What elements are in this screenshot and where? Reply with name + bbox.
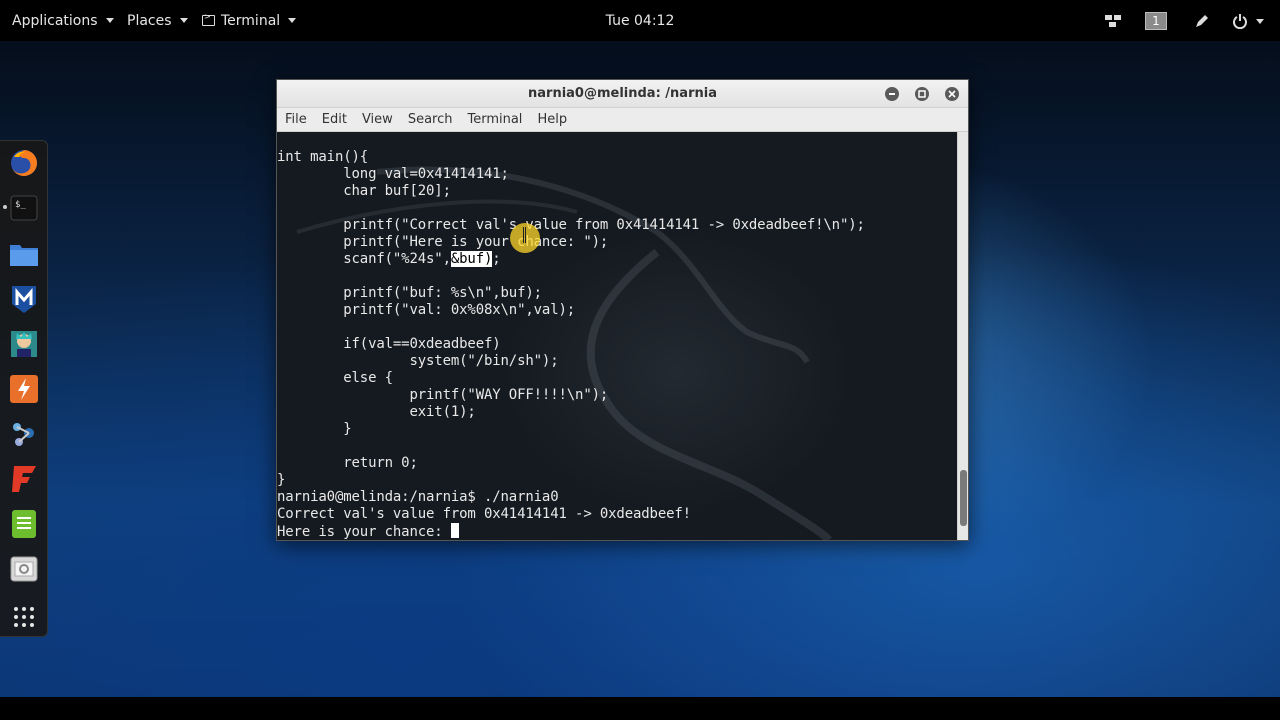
cutycapt-icon[interactable] xyxy=(8,553,40,585)
scrollbar[interactable] xyxy=(957,132,968,540)
terminal-line: return 0; xyxy=(277,455,418,471)
armitage-icon[interactable] xyxy=(8,328,40,360)
terminal-app-menu[interactable]: Terminal xyxy=(202,0,297,41)
menu-bar: File Edit View Search Terminal Help xyxy=(277,108,968,132)
terminal-line: printf("WAY OFF!!!!\n"); xyxy=(277,387,609,403)
terminal-line: } xyxy=(277,472,286,488)
app-grid-icon[interactable] xyxy=(8,601,40,633)
text-cursor xyxy=(450,523,459,538)
maltego-icon[interactable] xyxy=(8,418,40,450)
terminal-line: scanf("%24s", xyxy=(277,251,451,267)
terminal-app-label: Terminal xyxy=(221,12,281,29)
menu-file[interactable]: File xyxy=(278,108,314,132)
chevron-down-icon xyxy=(179,18,188,23)
window-title: narnia0@melinda: /narnia xyxy=(528,86,717,101)
leafpad-icon[interactable] xyxy=(8,508,40,540)
files-icon[interactable] xyxy=(8,238,40,270)
terminal-prompt-line: narnia0@melinda:/narnia$ ./narnia0 xyxy=(277,489,559,505)
terminal-line: Correct val's value from 0x41414141 -> 0… xyxy=(277,506,691,522)
metasploit-icon[interactable] xyxy=(8,283,40,315)
minimize-icon xyxy=(889,93,895,95)
terminal-line-tail: ; xyxy=(492,251,501,267)
terminal-icon xyxy=(202,12,215,26)
maximize-icon xyxy=(918,90,926,98)
burpsuite-icon[interactable] xyxy=(8,373,40,405)
ibeam-cursor-icon xyxy=(523,227,526,243)
terminal-line: } xyxy=(277,421,352,437)
terminal-icon[interactable]: $_ xyxy=(8,192,40,224)
chevron-down-icon xyxy=(105,18,114,23)
terminal-line: printf("Correct val's value from 0x41414… xyxy=(277,217,865,233)
chevron-down-icon xyxy=(1256,18,1264,24)
terminal-line: int main(){ xyxy=(277,149,369,165)
top-panel: Applications Places Terminal Tue 04:12 1 xyxy=(0,0,1280,41)
terminal-output[interactable]: int main(){ long val=0x41414141; char bu… xyxy=(277,132,957,540)
firefox-icon[interactable] xyxy=(8,147,40,179)
menu-edit[interactable]: Edit xyxy=(315,108,354,132)
selected-text[interactable]: &buf) xyxy=(450,251,492,267)
terminal-input-line: Here is your chance: xyxy=(277,524,451,540)
menu-search[interactable]: Search xyxy=(401,108,460,132)
close-button[interactable] xyxy=(945,87,959,101)
pen-icon[interactable] xyxy=(1194,12,1210,30)
running-indicator xyxy=(3,205,7,209)
maximize-button[interactable] xyxy=(915,87,929,101)
power-menu[interactable] xyxy=(1232,12,1264,30)
terminal-line: exit(1); xyxy=(277,404,476,420)
close-icon xyxy=(948,90,956,98)
terminal-line: printf("buf: %s\n",buf); xyxy=(277,285,542,301)
terminal-text: int main(){ long val=0x41414141; char bu… xyxy=(277,149,865,540)
terminal-line: printf("Here is your chance: "); xyxy=(277,234,609,250)
terminal-line: long val=0x41414141; xyxy=(277,166,509,182)
terminal-line: char buf[20]; xyxy=(277,183,451,199)
menu-view[interactable]: View xyxy=(355,108,400,132)
clock-label: Tue 04:12 xyxy=(605,12,675,29)
terminal-line: printf("val: 0x%08x\n",val); xyxy=(277,302,576,318)
places-menu[interactable]: Places xyxy=(127,0,188,41)
faraday-icon[interactable] xyxy=(8,463,40,495)
workspace-number: 1 xyxy=(1145,12,1167,30)
dock: $_ xyxy=(0,140,48,637)
places-label: Places xyxy=(127,12,172,29)
terminal-line: else { xyxy=(277,370,393,386)
menu-help[interactable]: Help xyxy=(530,108,574,132)
workspace-indicator[interactable]: 1 xyxy=(1145,12,1167,30)
clock[interactable]: Tue 04:12 xyxy=(0,0,1280,41)
network-icon[interactable] xyxy=(1104,12,1122,30)
chevron-down-icon xyxy=(288,18,297,23)
applications-menu[interactable]: Applications xyxy=(12,0,114,41)
applications-label: Applications xyxy=(12,12,98,29)
scrollbar-thumb[interactable] xyxy=(960,470,967,526)
terminal-line: if(val==0xdeadbeef) xyxy=(277,336,501,352)
menu-terminal[interactable]: Terminal xyxy=(460,108,529,132)
minimize-button[interactable] xyxy=(885,87,899,101)
bottom-edge xyxy=(0,697,1280,720)
terminal-window: narnia0@melinda: /narnia File Edit View … xyxy=(276,79,969,541)
power-icon xyxy=(1233,14,1247,29)
svg-text:$_: $_ xyxy=(15,200,26,210)
window-titlebar[interactable]: narnia0@melinda: /narnia xyxy=(277,80,968,108)
terminal-line: system("/bin/sh"); xyxy=(277,353,559,369)
